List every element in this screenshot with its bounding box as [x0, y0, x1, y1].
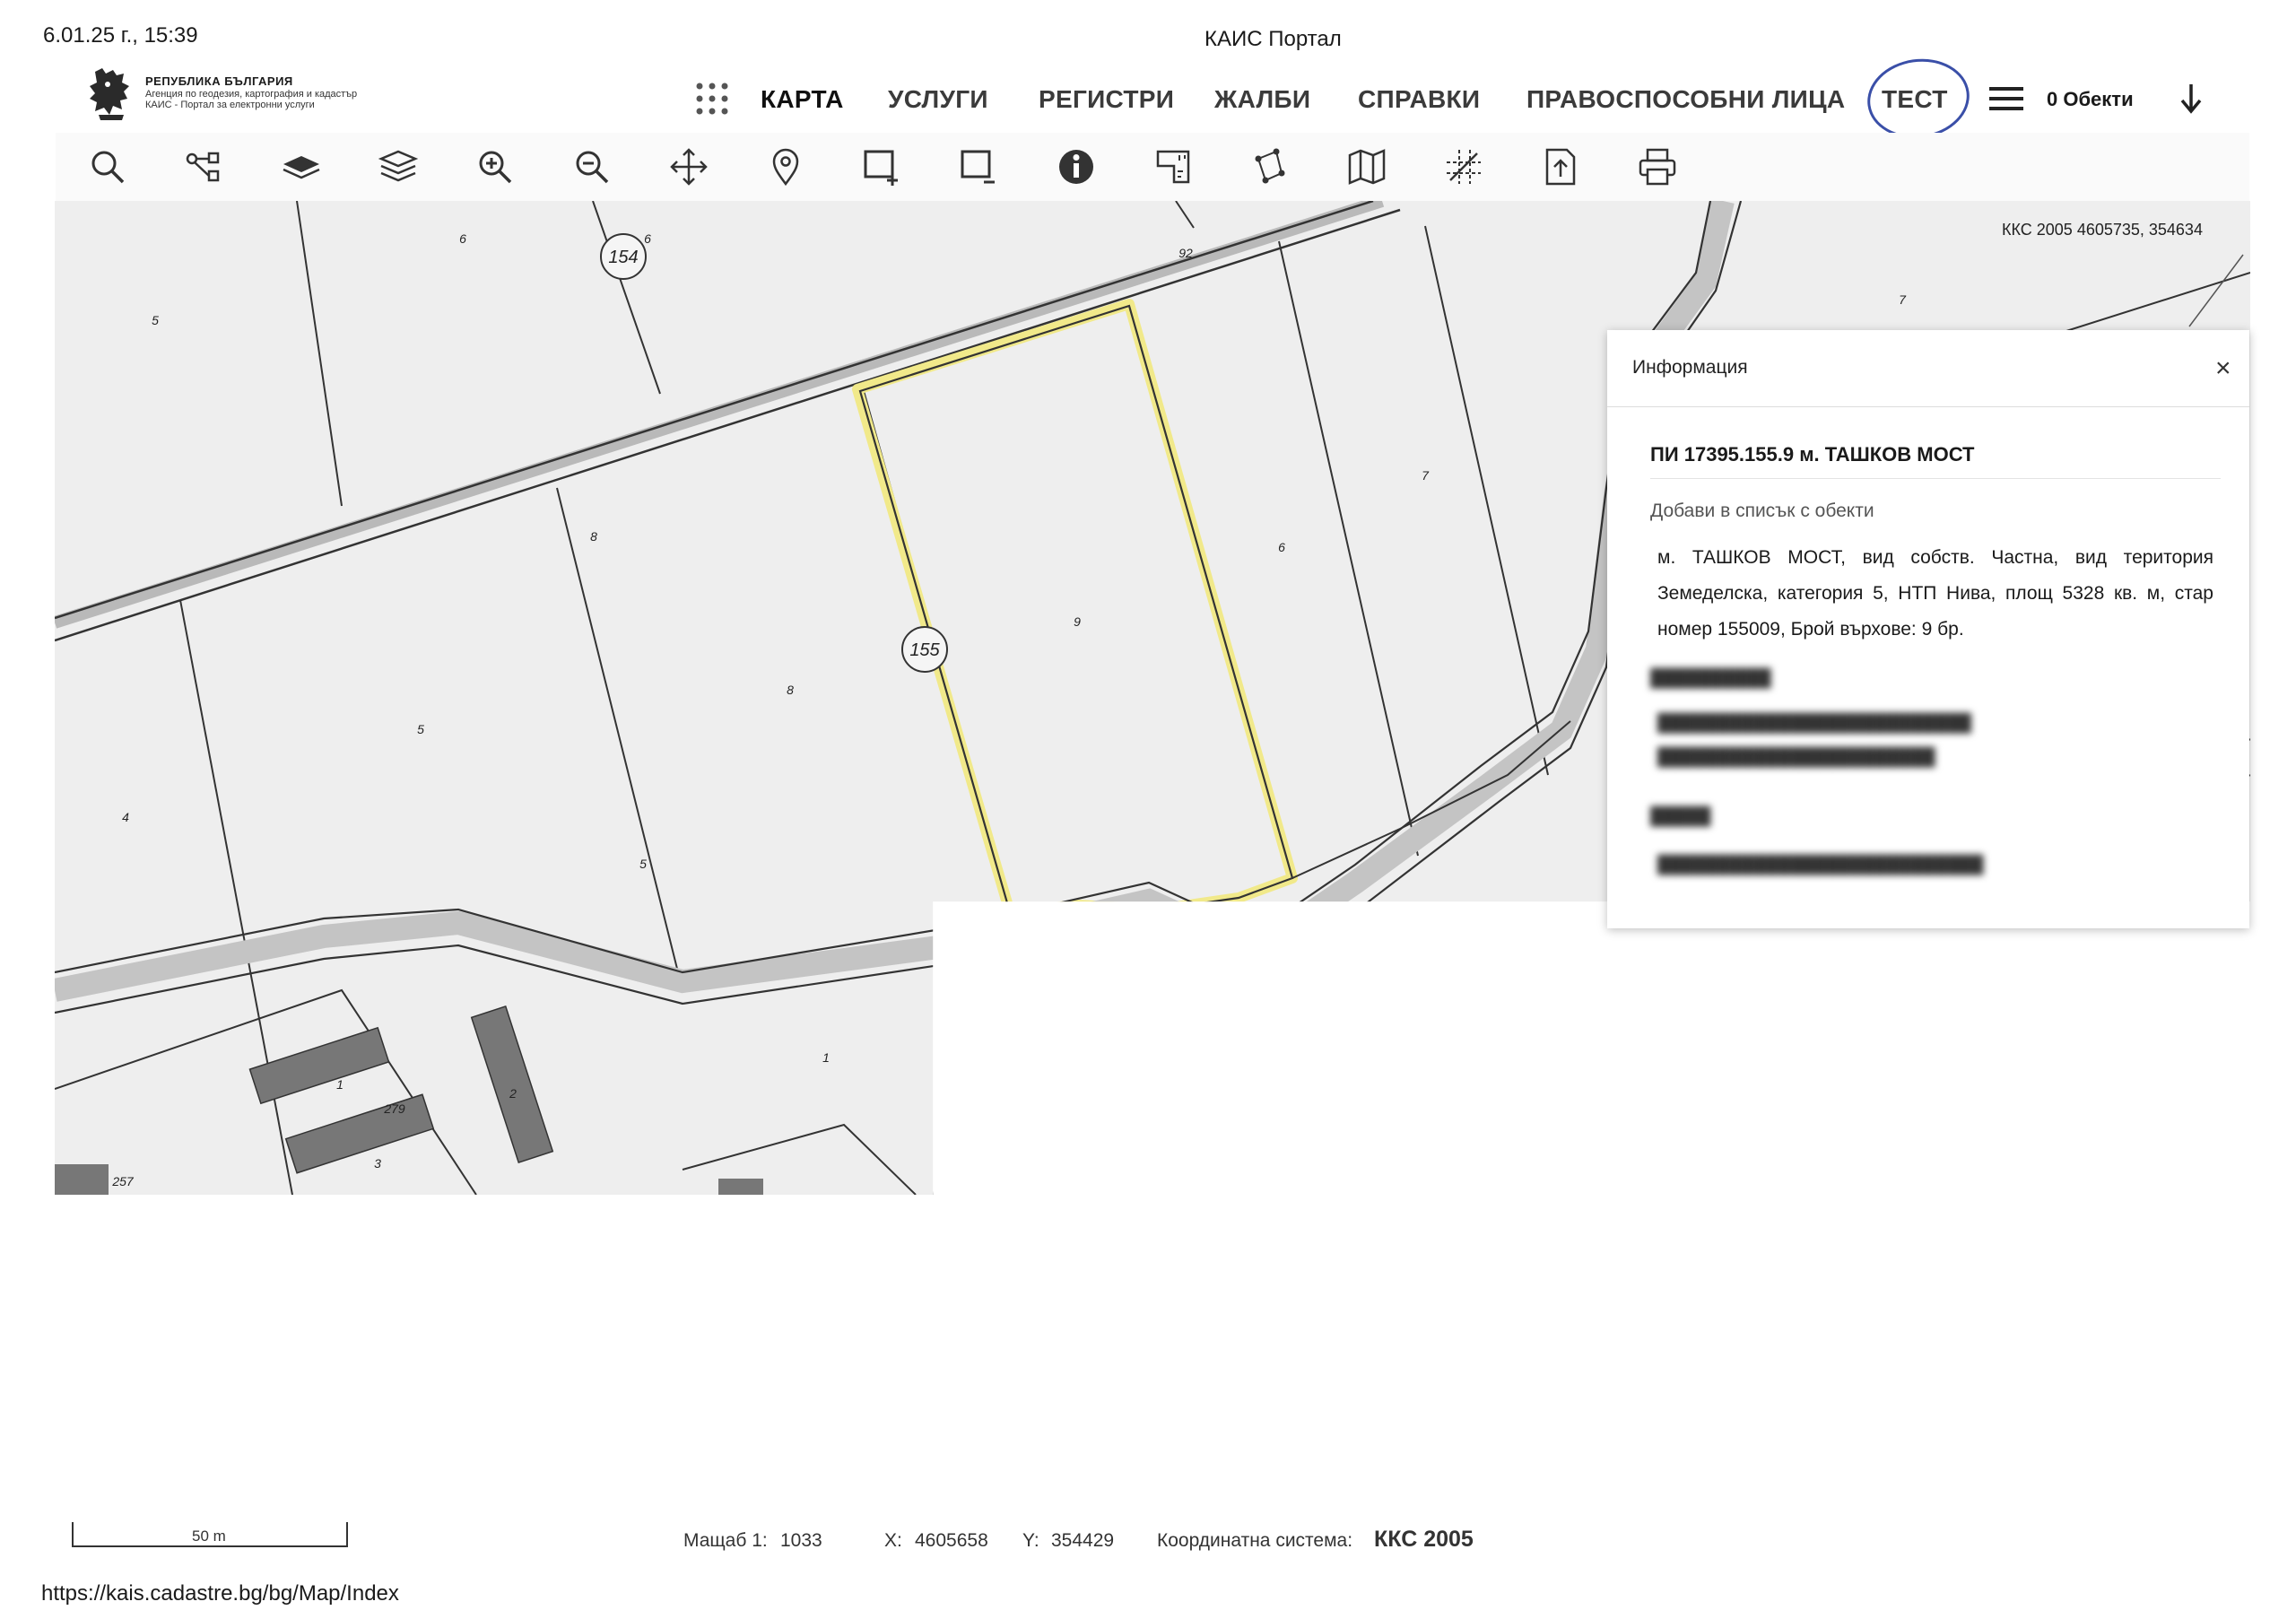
divider [1650, 478, 2221, 479]
measure-icon[interactable] [1150, 144, 1196, 190]
parcel-label-154: 154 [608, 248, 638, 267]
nav-services[interactable]: УСЛУГИ [888, 85, 988, 114]
plot-number: 8 [787, 683, 794, 697]
scale-value: 1033 [780, 1530, 822, 1551]
handwritten-circle-annotation [1862, 52, 1975, 145]
info-panel-header: Информация [1632, 357, 1748, 378]
y-coord-label: Y: [1022, 1530, 1039, 1551]
print-url: https://kais.cadastre.bg/bg/Map/Index [41, 1581, 399, 1606]
marker-icon[interactable] [762, 144, 809, 190]
apps-grid-icon[interactable] [694, 81, 730, 117]
nav-registers[interactable]: РЕГИСТРИ [1039, 85, 1174, 114]
plot-number: 6 [1615, 952, 1622, 966]
info-panel: Информация × ПИ 17395.155.9 м. ТАШКОВ МО… [1607, 330, 2249, 928]
search-icon[interactable] [84, 144, 131, 190]
grid-icon[interactable] [1440, 144, 1487, 190]
parcel-label-257: 257 [111, 1174, 135, 1188]
parcel-description: м. ТАШКОВ МОСТ, вид собств. Частна, вид … [1657, 547, 2213, 640]
plot-number: 5 [639, 857, 647, 871]
divider [1607, 406, 2249, 407]
parcel-label-251: 251 [1222, 948, 1253, 968]
plot-number: 4 [122, 810, 129, 824]
logo-portal: КАИС - Портал за електронни услуги [145, 100, 315, 111]
layer-icon[interactable] [278, 144, 325, 190]
redacted-text: ███████████████████████████ [1657, 856, 1984, 875]
redacted-heading: ██████████ [1650, 669, 1771, 688]
redacted-text: ██████████████████████████ [1657, 714, 1971, 733]
select-add-icon[interactable] [859, 144, 906, 190]
parcel-label-92: 92 [1178, 246, 1193, 260]
agency-logo[interactable]: РЕПУБЛИКА БЪЛГАРИЯ Агенция по геодезия, … [86, 65, 357, 122]
map-icon[interactable] [1344, 144, 1390, 190]
plot-number: 6 [644, 231, 651, 246]
arrow-down-icon[interactable] [2178, 83, 2205, 115]
route-icon[interactable] [181, 144, 228, 190]
map-toolbar [56, 133, 2249, 203]
nav-map[interactable]: КАРТА [761, 85, 844, 114]
plot-number: 8 [590, 529, 597, 544]
add-to-list-link[interactable]: Добави в списък с обекти [1650, 500, 1874, 522]
plot-number: 1 [336, 1077, 344, 1092]
select-remove-icon[interactable] [956, 144, 1003, 190]
zoom-out-icon[interactable] [569, 144, 615, 190]
plot-number: 5 [152, 313, 159, 327]
logo-country: РЕПУБЛИКА БЪЛГАРИЯ [145, 74, 293, 89]
scale-label: Мащаб 1: [683, 1530, 768, 1551]
redacted-text: ███████████████████████ [1657, 748, 1935, 767]
zoom-in-icon[interactable] [472, 144, 518, 190]
objects-count[interactable]: 0 Обекти [2047, 88, 2134, 111]
export-icon[interactable] [1537, 144, 1584, 190]
nav-licensed-persons[interactable]: ПРАВОСПОСОБНИ ЛИЦА [1526, 85, 1845, 114]
crs-label: Координатна система: [1157, 1530, 1353, 1551]
plot-number: 5 [417, 722, 424, 736]
info-icon[interactable] [1053, 144, 1100, 190]
y-coord-value: 354429 [1051, 1530, 1115, 1551]
redacted-heading: █████ [1650, 807, 1711, 826]
plot-number: 9 [1074, 614, 1081, 629]
scale-bar-label: 50 m [192, 1528, 226, 1545]
plot-number: 7 [1422, 468, 1430, 483]
lion-emblem-icon [90, 68, 129, 120]
parcel-label-155: 155 [909, 640, 940, 660]
parcel-title: ПИ 17395.155.9 м. ТАШКОВ МОСТ [1650, 443, 1975, 466]
print-page-title: КАИС Портал [1205, 27, 1342, 51]
plot-number: 6 [1278, 540, 1285, 554]
plot-number: 3 [374, 1156, 381, 1171]
layers-icon[interactable] [375, 144, 422, 190]
x-coord-value: 4605658 [915, 1530, 988, 1551]
close-icon[interactable]: × [2215, 353, 2231, 384]
logo-agency: Агенция по геодезия, картография и кадас… [145, 88, 358, 100]
hamburger-menu-icon[interactable] [1989, 85, 2023, 112]
map-cursor-coordinates: ККС 2005 4605735, 354634 [2002, 221, 2203, 239]
nav-reports[interactable]: СПРАВКИ [1358, 85, 1480, 114]
plot-number: 2 [509, 1086, 517, 1101]
crs-value[interactable]: ККС 2005 [1374, 1527, 1474, 1553]
nav-complaints[interactable]: ЖАЛБИ [1214, 85, 1310, 114]
parcel-label-279: 279 [383, 1101, 405, 1116]
print-icon[interactable] [1634, 144, 1681, 190]
pan-icon[interactable] [665, 144, 712, 190]
polygon-icon[interactable] [1247, 144, 1293, 190]
plot-number: 7 [1899, 292, 1907, 307]
x-coord-label: X: [884, 1530, 902, 1551]
print-datetime: 6.01.25 г., 15:39 [43, 23, 198, 48]
parcel-label-170: 170 [2179, 956, 2209, 976]
plot-number: 1 [822, 1050, 830, 1065]
plot-number: 6 [459, 231, 466, 246]
